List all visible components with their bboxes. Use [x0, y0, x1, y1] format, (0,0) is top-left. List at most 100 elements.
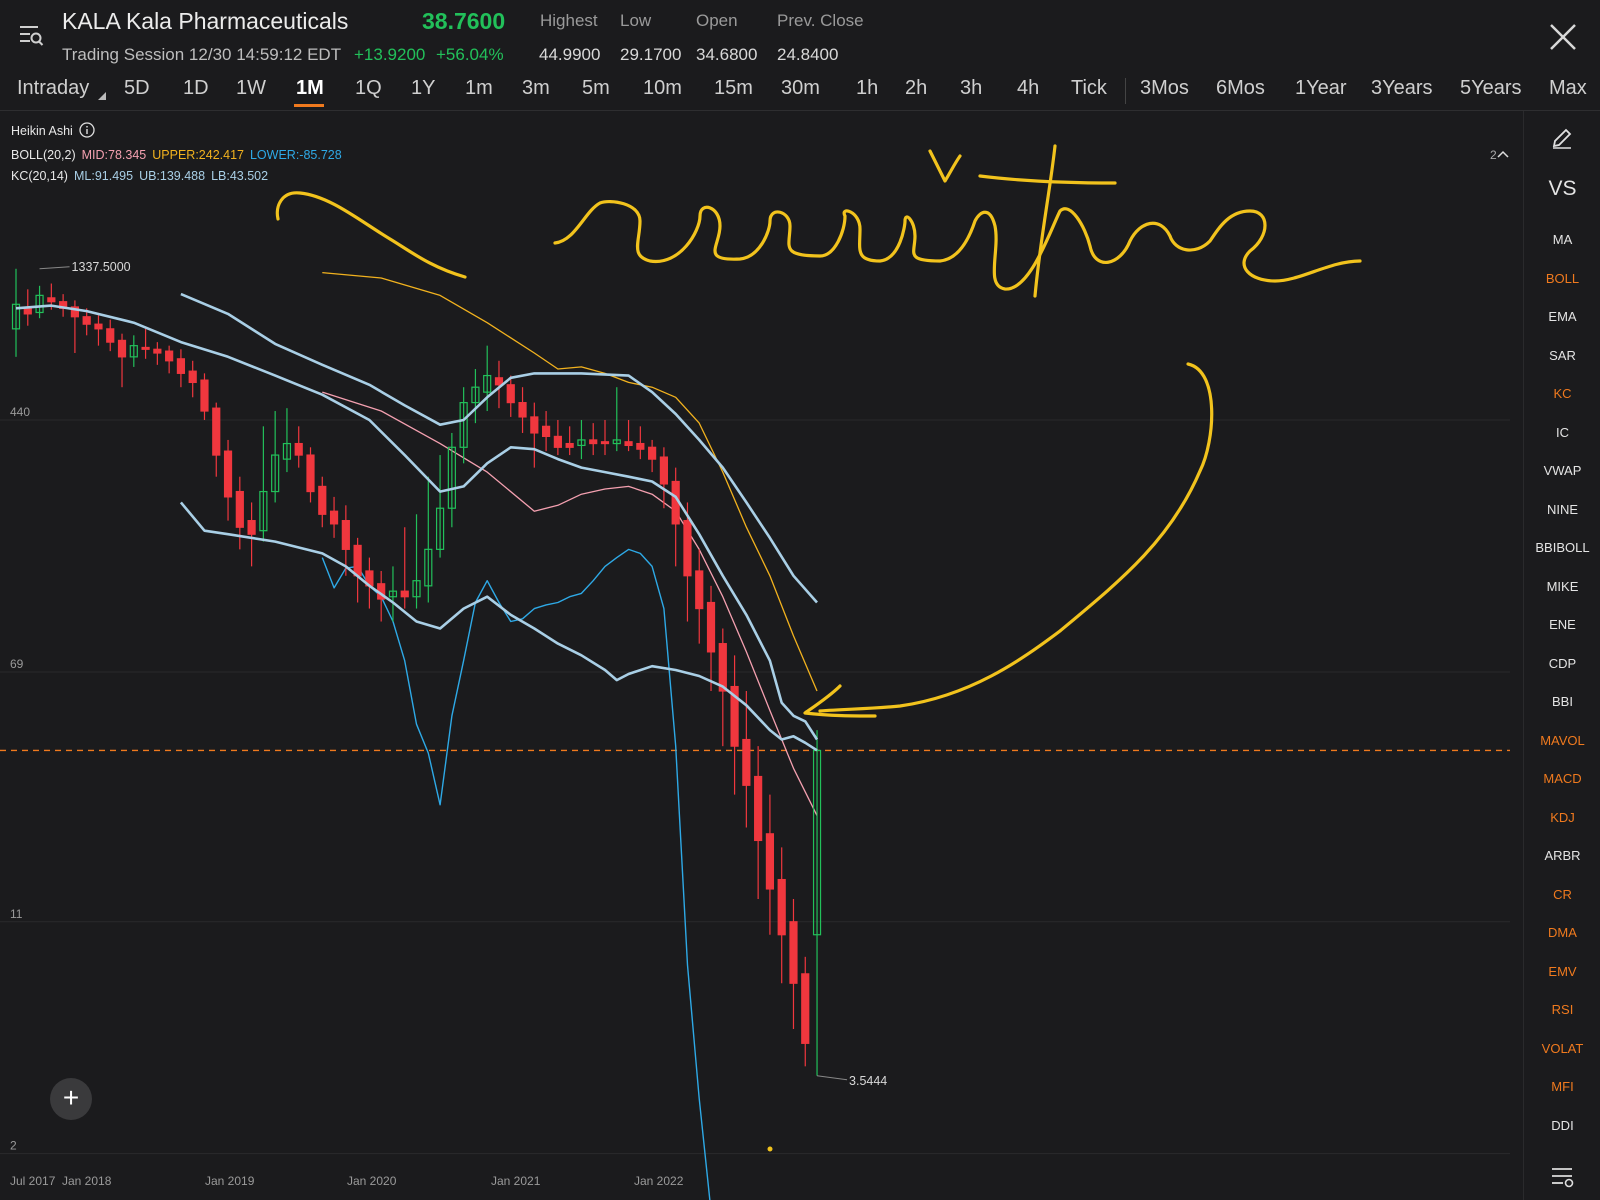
tab-1w[interactable]: 1W: [236, 77, 266, 100]
tab-6mos[interactable]: 6Mos: [1216, 77, 1265, 100]
candle-body: [353, 544, 362, 577]
indicator-cdp[interactable]: CDP: [1524, 656, 1600, 671]
company-name: Kala Pharmaceuticals: [125, 8, 349, 34]
tab-intraday[interactable]: Intraday: [17, 77, 89, 100]
tab-3h[interactable]: 3h: [960, 77, 982, 100]
active-tab-indicator: [294, 104, 324, 107]
candle-body: [565, 442, 574, 448]
indicator-nine[interactable]: NINE: [1524, 502, 1600, 517]
info-icon[interactable]: [79, 122, 95, 138]
candle-body: [589, 439, 598, 445]
indicator-kdj[interactable]: KDJ: [1524, 810, 1600, 825]
tab-3mos[interactable]: 3Mos: [1140, 77, 1189, 100]
candle-body: [683, 520, 692, 577]
tab-2h[interactable]: 2h: [905, 77, 927, 100]
quote-header: KALA Kala Pharmaceuticals Trading Sessio…: [0, 0, 1600, 72]
tab-4h[interactable]: 4h: [1017, 77, 1039, 100]
tab-1h[interactable]: 1h: [856, 77, 878, 100]
chevron-up-icon: [1497, 150, 1509, 158]
candle-body: [23, 307, 32, 315]
stat-value-high: 44.9900: [539, 45, 601, 64]
indicator-bbiboll[interactable]: BBIBOLL: [1524, 540, 1600, 555]
indicator-kc[interactable]: KC: [1524, 386, 1600, 401]
candle-body: [541, 425, 551, 438]
indicator-arbr[interactable]: ARBR: [1524, 848, 1600, 863]
session-time: Trading Session 12/30 14:59:12 EDT: [62, 45, 342, 64]
indicator-ema[interactable]: EMA: [1524, 309, 1600, 324]
x-tick-label: Jan 2021: [491, 1174, 541, 1188]
tab-tick[interactable]: Tick: [1071, 77, 1107, 100]
candle-body: [341, 520, 350, 550]
candle-body: [318, 485, 327, 515]
tab-1d[interactable]: 1D: [183, 77, 209, 100]
pencil-icon[interactable]: [1550, 126, 1574, 150]
tab-10m[interactable]: 10m: [643, 77, 682, 100]
candle-body: [659, 456, 669, 485]
stat-label-low: Low: [620, 11, 652, 30]
tab-15m[interactable]: 15m: [714, 77, 753, 100]
candle-body: [47, 297, 56, 303]
boll-name: BOLL(20,2): [11, 148, 76, 162]
vs-button[interactable]: VS: [1524, 177, 1600, 201]
tab-30m[interactable]: 30m: [781, 77, 820, 100]
indicator-vwap[interactable]: VWAP: [1524, 463, 1600, 478]
indicator-ma[interactable]: MA: [1524, 232, 1600, 247]
period-tabs: Intraday 5D 1D 1W 1M 1Q 1Y 1m 3m 5m 10m 15m 30m 1h 2h 3…: [0, 72, 1600, 111]
boll-lower-line: [321, 548, 711, 1200]
kc-name: KC(20,14): [11, 169, 68, 183]
indicator-volat[interactable]: VOLAT: [1524, 1041, 1600, 1056]
indicator-sar[interactable]: SAR: [1524, 348, 1600, 363]
stat-label-open: Open: [696, 11, 738, 30]
tab-1q[interactable]: 1Q: [355, 77, 382, 100]
tab-1y[interactable]: 1Y: [411, 77, 435, 100]
tab-5years[interactable]: 5Years: [1460, 77, 1522, 100]
legend-count: 2: [1490, 148, 1497, 162]
tab-5m[interactable]: 5m: [582, 77, 610, 100]
candle-body: [212, 407, 221, 456]
indicator-mfi[interactable]: MFI: [1524, 1079, 1600, 1094]
tab-max[interactable]: Max: [1549, 77, 1587, 100]
candle-body: [400, 590, 409, 598]
candle-body: [165, 350, 174, 362]
add-drawing-button[interactable]: +: [50, 1078, 92, 1120]
legend-collapse[interactable]: 2: [1490, 148, 1509, 162]
tab-1m[interactable]: 1m: [465, 77, 493, 100]
tab-1year[interactable]: 1Year: [1295, 77, 1347, 100]
indicator-mike[interactable]: MIKE: [1524, 579, 1600, 594]
indicator-cr[interactable]: CR: [1524, 887, 1600, 902]
price-chart[interactable]: 2 11 69 440 Jul 2017 Jan 2018 Jan 2019 Jan 2020…: [0, 111, 1523, 1200]
y-tick-label: 2: [10, 1139, 17, 1153]
kc-ml: ML:91.495: [73, 169, 134, 183]
indicator-emv[interactable]: EMV: [1524, 964, 1600, 979]
x-tick-label: Jan 2018: [62, 1174, 112, 1188]
candle-body: [706, 601, 716, 653]
menu-search-icon[interactable]: [18, 22, 44, 48]
indicator-mavol[interactable]: MAVOL: [1524, 733, 1600, 748]
tab-3years[interactable]: 3Years: [1371, 77, 1433, 100]
tab-3m[interactable]: 3m: [522, 77, 550, 100]
indicator-boll[interactable]: BOLL: [1524, 271, 1600, 286]
candle-body: [82, 316, 91, 325]
indicator-dma[interactable]: DMA: [1524, 925, 1600, 940]
indicator-settings-icon[interactable]: [1550, 1165, 1576, 1189]
indicator-rsi[interactable]: RSI: [1524, 1002, 1600, 1017]
dropdown-corner-icon: [98, 92, 106, 100]
min-label-leader: [816, 1075, 848, 1081]
candle-body: [742, 738, 751, 786]
indicator-ic[interactable]: IC: [1524, 425, 1600, 440]
tab-1m[interactable]: 1M: [296, 77, 324, 100]
kc-lb: LB:43.502: [211, 169, 269, 183]
indicator-ddi[interactable]: DDI: [1524, 1118, 1600, 1133]
indicator-bbi[interactable]: BBI: [1524, 694, 1600, 709]
tab-5d[interactable]: 5D: [124, 77, 150, 100]
close-icon[interactable]: [1546, 20, 1580, 54]
chart-type-legend[interactable]: Heikin Ashi: [11, 122, 95, 138]
candle-body: [494, 377, 504, 386]
indicator-ene[interactable]: ENE: [1524, 617, 1600, 632]
stat-value-open: 34.6800: [696, 45, 758, 64]
x-tick-label: Jan 2020: [347, 1174, 397, 1188]
boll-upper-line: [322, 271, 818, 692]
candle-body: [294, 442, 303, 456]
indicator-macd[interactable]: MACD: [1524, 771, 1600, 786]
annotation-stroke: [978, 174, 1117, 185]
